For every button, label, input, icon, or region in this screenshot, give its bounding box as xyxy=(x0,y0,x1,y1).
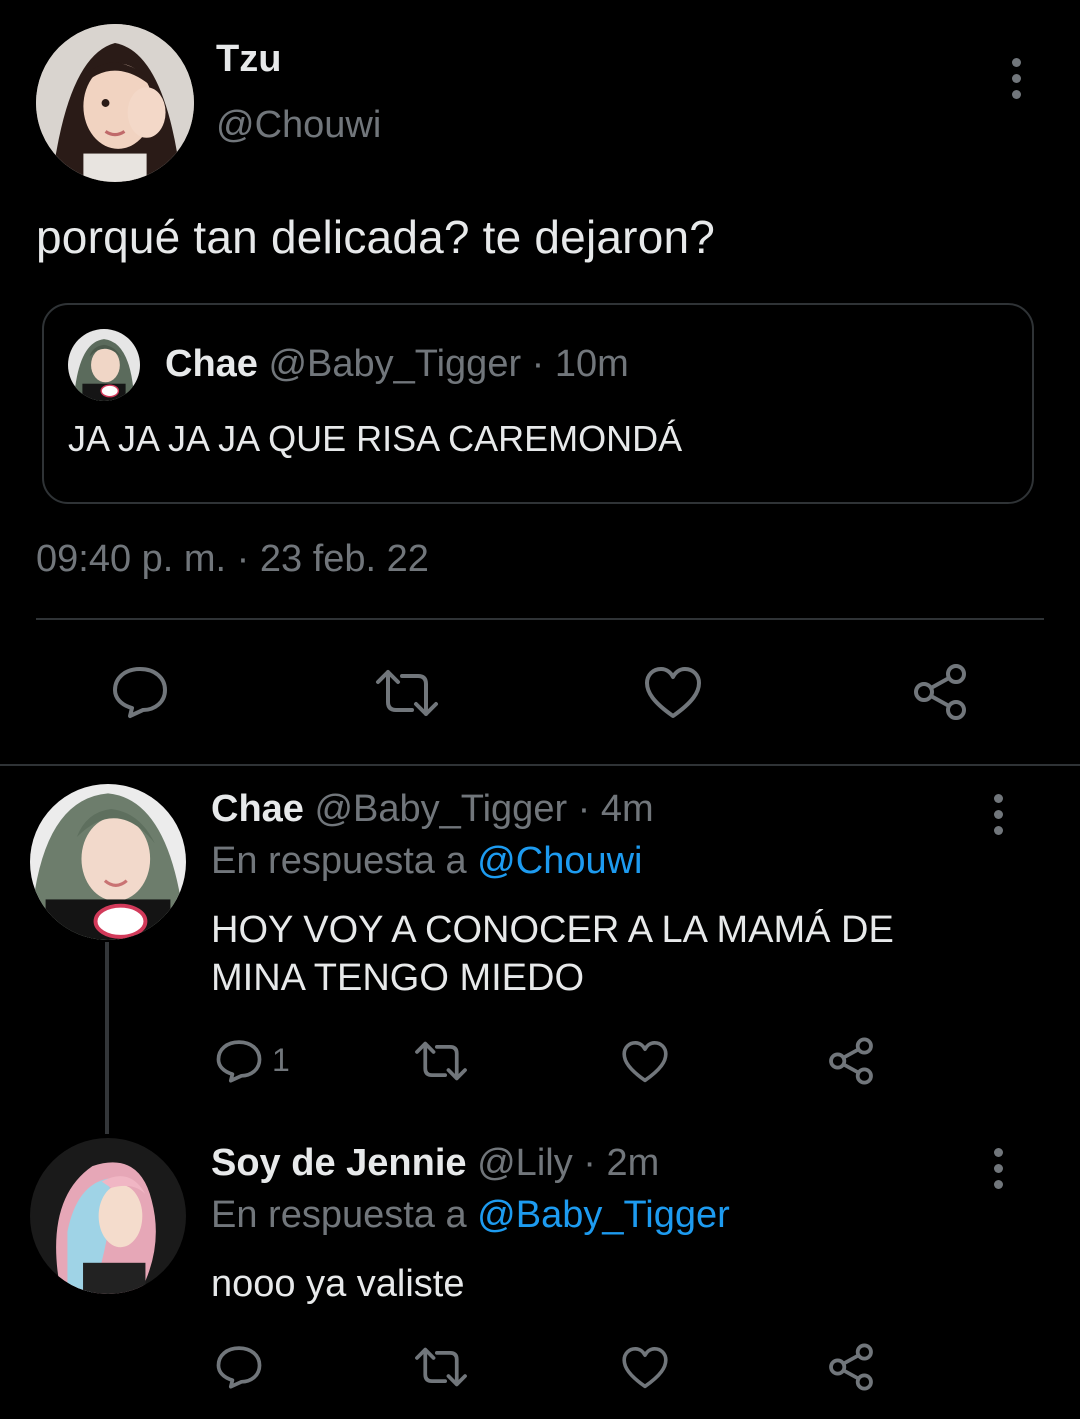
reply-header: Soy de Jennie @Lily · 2m xyxy=(211,1142,659,1185)
quoted-tweet-card[interactable] xyxy=(42,303,1034,504)
mention-link[interactable]: @Chouwi xyxy=(477,840,642,882)
reply-time: · 2m xyxy=(583,1142,660,1184)
quoted-text: JA JA JA JA QUE RISA CAREMONDÁ xyxy=(68,418,683,459)
reply-icon[interactable] xyxy=(214,1038,264,1084)
quoted-author-name: Chae xyxy=(165,343,258,385)
divider xyxy=(0,764,1080,766)
share-icon[interactable] xyxy=(826,1342,876,1392)
replying-to: En respuesta a @Chouwi xyxy=(211,840,642,883)
reply-author-name[interactable]: Chae xyxy=(211,788,304,830)
tweet-timestamp[interactable]: 09:40 p. m. · 23 feb. 22 xyxy=(36,538,429,581)
reply-text: HOY VOY A CONOCER A LA MAMÁ DE MINA TENG… xyxy=(211,909,894,999)
more-options-icon[interactable] xyxy=(992,794,1004,835)
more-options-icon[interactable] xyxy=(1010,58,1022,99)
reply-icon[interactable] xyxy=(110,664,170,720)
reply-count: 1 xyxy=(272,1042,290,1078)
retweet-icon[interactable] xyxy=(372,668,442,718)
quoted-avatar xyxy=(68,329,140,401)
avatar-photo xyxy=(30,784,186,940)
avatar-photo xyxy=(36,24,194,182)
avatar-photo xyxy=(68,329,140,401)
reply-header: Chae @Baby_Tigger · 4m xyxy=(211,788,654,831)
replying-to: En respuesta a @Baby_Tigger xyxy=(211,1194,730,1237)
retweet-icon[interactable] xyxy=(412,1346,470,1388)
quoted-time: · 10m xyxy=(531,343,629,385)
like-icon[interactable] xyxy=(643,666,703,720)
reply-text: nooo ya valiste xyxy=(211,1263,465,1305)
mention-link[interactable]: @Baby_Tigger xyxy=(477,1194,730,1236)
avatar[interactable] xyxy=(30,1138,186,1294)
reply-author-handle[interactable]: @Lily xyxy=(477,1142,573,1184)
like-icon[interactable] xyxy=(621,1040,669,1084)
share-icon[interactable] xyxy=(826,1036,876,1086)
quoted-author-handle: @Baby_Tigger xyxy=(268,343,522,385)
share-icon[interactable] xyxy=(910,662,970,722)
avatar[interactable] xyxy=(30,784,186,940)
avatar-photo xyxy=(30,1138,186,1294)
more-options-icon[interactable] xyxy=(992,1148,1004,1189)
author-name[interactable]: Tzu xyxy=(216,38,281,81)
reply-author-handle[interactable]: @Baby_Tigger xyxy=(314,788,567,830)
replying-to-label: En respuesta a xyxy=(211,840,467,882)
author-handle[interactable]: @Chouwi xyxy=(216,104,381,147)
replying-to-label: En respuesta a xyxy=(211,1194,467,1236)
tweet-text: porqué tan delicada? te dejaron? xyxy=(36,211,716,263)
tweet-detail-page: Tzu @Chouwi porqué tan delicada? te deja… xyxy=(0,0,1080,1419)
quoted-header: Chae @Baby_Tigger · 10m xyxy=(165,343,629,386)
like-icon[interactable] xyxy=(621,1346,669,1390)
divider xyxy=(36,618,1044,620)
thread-connector xyxy=(105,942,109,1134)
reply-author-name[interactable]: Soy de Jennie xyxy=(211,1142,467,1184)
reply-icon[interactable] xyxy=(214,1344,264,1390)
avatar[interactable] xyxy=(36,24,194,182)
retweet-icon[interactable] xyxy=(412,1040,470,1082)
reply-time: · 4m xyxy=(577,788,654,830)
